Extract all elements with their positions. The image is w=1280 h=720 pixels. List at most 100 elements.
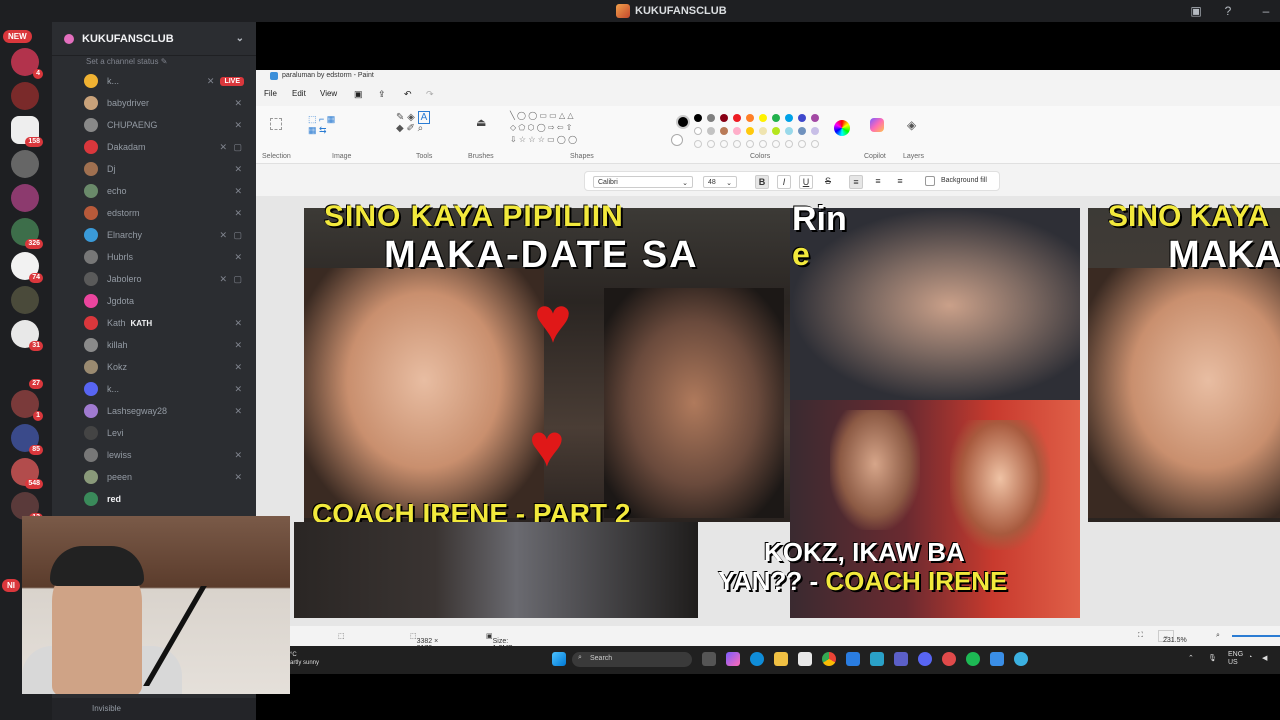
zoom-slider[interactable] bbox=[1232, 635, 1280, 637]
palette-swatch[interactable] bbox=[759, 114, 767, 122]
store-icon[interactable] bbox=[798, 652, 812, 666]
menu-file[interactable]: File bbox=[264, 89, 277, 98]
server-icon[interactable] bbox=[11, 286, 39, 314]
member-row[interactable]: edstorm ✕ bbox=[84, 203, 244, 223]
help-icon[interactable]: ? bbox=[1220, 3, 1236, 19]
app-icon[interactable] bbox=[870, 652, 884, 666]
mic-icon[interactable]: 🎙 bbox=[1208, 654, 1217, 662]
server-icon[interactable]: 31 bbox=[11, 320, 43, 351]
member-row[interactable]: Dj ✕ bbox=[84, 159, 244, 179]
edit-colors-icon[interactable] bbox=[834, 120, 850, 136]
volume-icon[interactable]: ◀ bbox=[1262, 654, 1267, 662]
server-icon[interactable]: 548 bbox=[11, 458, 43, 489]
palette-swatch[interactable] bbox=[811, 127, 819, 135]
copilot-taskbar-icon[interactable] bbox=[726, 652, 740, 666]
inbox-icon[interactable]: ▣ bbox=[1188, 3, 1204, 19]
redo-icon[interactable]: ↷ bbox=[426, 89, 434, 100]
member-row[interactable]: CHUPAENG ✕ bbox=[84, 115, 244, 135]
color-2[interactable] bbox=[671, 134, 683, 146]
empty-swatch[interactable] bbox=[798, 140, 806, 148]
member-row[interactable]: lewiss ✕ bbox=[84, 445, 244, 465]
palette-swatch[interactable] bbox=[694, 114, 702, 122]
palette-swatch[interactable] bbox=[720, 114, 728, 122]
tray-chevron-icon[interactable]: ⌃ bbox=[1188, 654, 1194, 662]
image-tools[interactable]: ⬚ ⌐ ▦ ▦ ⇆ bbox=[308, 114, 348, 150]
notepad-icon[interactable] bbox=[990, 652, 1004, 666]
member-row[interactable]: peeen ✕ bbox=[84, 467, 244, 487]
palette-swatch[interactable] bbox=[772, 127, 780, 135]
palette-swatch[interactable] bbox=[746, 127, 754, 135]
chrome-icon[interactable] bbox=[822, 652, 836, 666]
server-icon[interactable] bbox=[11, 150, 39, 178]
weather-widget[interactable]: °C artly sunny bbox=[290, 651, 319, 667]
server-icon[interactable]: 27 bbox=[11, 358, 43, 389]
empty-swatch[interactable] bbox=[707, 140, 715, 148]
bold-button[interactable]: B bbox=[755, 175, 769, 189]
empty-swatch[interactable] bbox=[733, 140, 741, 148]
member-row[interactable]: Kokz ✕ bbox=[84, 357, 244, 377]
member-row[interactable]: Dakadam ✕ ▢ bbox=[84, 137, 244, 157]
palette-swatch[interactable] bbox=[759, 127, 767, 135]
palette-swatch[interactable] bbox=[785, 114, 793, 122]
background-fill-checkbox[interactable] bbox=[925, 176, 935, 186]
language-indicator[interactable]: ENG US bbox=[1228, 651, 1243, 667]
font-select[interactable]: Calibri ⌄ bbox=[593, 176, 693, 188]
drawing-tools[interactable]: ✎ ◈ A ◆ ✐ ⌕ bbox=[396, 111, 456, 148]
palette-swatch[interactable] bbox=[720, 127, 728, 135]
file-explorer-icon[interactable] bbox=[774, 652, 788, 666]
paint-taskbar-icon[interactable] bbox=[1014, 652, 1028, 666]
wifi-icon[interactable]: ◔ bbox=[1248, 654, 1252, 661]
palette-swatch[interactable] bbox=[785, 127, 793, 135]
undo-icon[interactable]: ↶ bbox=[404, 89, 412, 100]
taskbar-search[interactable]: ⌕ Search bbox=[572, 652, 692, 667]
app-icon[interactable] bbox=[846, 652, 860, 666]
server-icon[interactable]: 74 bbox=[11, 252, 43, 283]
edge-icon[interactable] bbox=[750, 652, 764, 666]
server-icon[interactable]: 1 bbox=[11, 390, 43, 421]
server-icon[interactable]: 85 bbox=[11, 424, 43, 455]
palette-swatch[interactable] bbox=[798, 114, 806, 122]
discord-icon[interactable] bbox=[918, 652, 932, 666]
empty-swatch[interactable] bbox=[759, 140, 767, 148]
empty-swatch[interactable] bbox=[694, 140, 702, 148]
start-icon[interactable] bbox=[552, 652, 566, 666]
member-row[interactable]: Jabolero ✕ ▢ bbox=[84, 269, 244, 289]
empty-swatch[interactable] bbox=[811, 140, 819, 148]
member-row[interactable]: killah ✕ bbox=[84, 335, 244, 355]
empty-swatch[interactable] bbox=[785, 140, 793, 148]
server-header[interactable]: KUKUFANSCLUB ⌄ bbox=[52, 22, 256, 56]
strikethrough-button[interactable]: S bbox=[821, 175, 835, 189]
palette-swatch[interactable] bbox=[707, 127, 715, 135]
menu-view[interactable]: View bbox=[320, 89, 337, 98]
share-icon[interactable]: ⇪ bbox=[378, 89, 386, 100]
minimize-button[interactable]: – bbox=[1258, 3, 1274, 19]
empty-swatch[interactable] bbox=[746, 140, 754, 148]
menu-edit[interactable]: Edit bbox=[292, 89, 306, 98]
teams-icon[interactable] bbox=[894, 652, 908, 666]
save-icon[interactable]: ▣ bbox=[354, 89, 363, 100]
zoom-out-icon[interactable]: ⌕ bbox=[1216, 632, 1220, 640]
server-icon[interactable]: 326 bbox=[11, 218, 43, 249]
app-icon[interactable] bbox=[942, 652, 956, 666]
palette-swatch[interactable] bbox=[772, 114, 780, 122]
task-view-icon[interactable] bbox=[702, 652, 716, 666]
align-left-icon[interactable]: ≡ bbox=[849, 175, 863, 189]
underline-button[interactable]: U bbox=[799, 175, 813, 189]
palette-swatch[interactable] bbox=[707, 114, 715, 122]
brush-icon[interactable]: ⏏ bbox=[476, 116, 486, 129]
copilot-icon[interactable] bbox=[870, 118, 884, 132]
palette-swatch[interactable] bbox=[811, 114, 819, 122]
color-1[interactable] bbox=[676, 115, 690, 129]
shapes-gallery[interactable]: ╲ ◯ ◯ ▭ ▭ △ △ ◇ ⬠ ⬡ ◯ ⇨ ⇦ ⇧ ⇩ ☆ ☆ ☆ ▭ ◯ ◯ bbox=[510, 110, 594, 148]
align-center-icon[interactable]: ≡ bbox=[871, 175, 885, 189]
align-right-icon[interactable]: ≡ bbox=[893, 175, 907, 189]
spotify-icon[interactable] bbox=[966, 652, 980, 666]
member-row[interactable]: Levi bbox=[84, 423, 244, 443]
paint-canvas[interactable]: ♥ ♥ SINO KAYA PIPILIIN MAKA-DATE SA COAC… bbox=[256, 196, 1280, 626]
empty-swatch[interactable] bbox=[772, 140, 780, 148]
member-row[interactable]: Jgdota bbox=[84, 291, 244, 311]
layers-icon[interactable]: ◈ bbox=[907, 118, 916, 132]
font-size-select[interactable]: 48 ⌄ bbox=[703, 176, 737, 188]
member-row[interactable]: echo ✕ bbox=[84, 181, 244, 201]
palette-swatch[interactable] bbox=[746, 114, 754, 122]
